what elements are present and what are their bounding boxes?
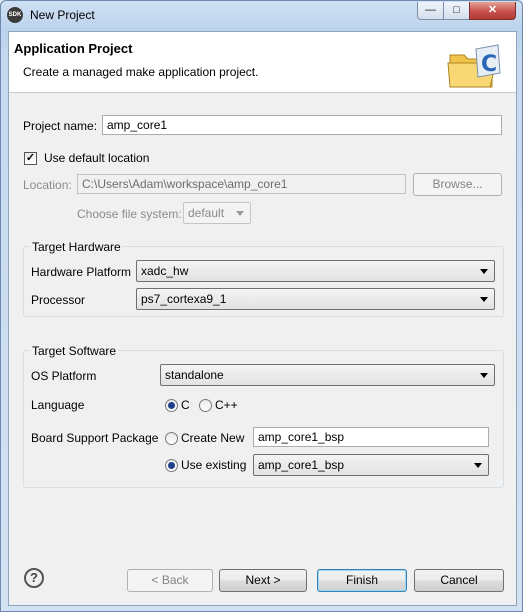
language-label: Language: [31, 398, 85, 412]
use-default-location-label[interactable]: Use default location: [44, 151, 149, 165]
file-system-label: Choose file system:: [77, 207, 182, 221]
create-new-bsp-label[interactable]: Create New: [181, 431, 244, 445]
chevron-down-icon: [474, 463, 482, 468]
window-title: New Project: [30, 8, 95, 22]
create-new-bsp-input[interactable]: amp_core1_bsp: [253, 427, 489, 447]
sdk-icon: SDK: [7, 7, 23, 23]
close-icon: ✕: [487, 4, 498, 16]
language-c-radio[interactable]: [165, 399, 178, 412]
create-new-bsp-radio[interactable]: [165, 432, 178, 445]
chevron-down-icon: [480, 269, 488, 274]
help-icon[interactable]: ?: [24, 568, 44, 588]
chevron-down-icon: [480, 297, 488, 302]
wizard-header: Application Project Create a managed mak…: [9, 32, 516, 93]
hardware-platform-label: Hardware Platform: [31, 265, 132, 279]
chevron-down-icon: [480, 373, 488, 378]
location-input[interactable]: C:\Users\Adam\workspace\amp_core1: [77, 174, 406, 194]
header-title: Application Project: [14, 41, 133, 56]
location-label: Location:: [23, 178, 72, 192]
new-project-window: SDK New Project — □ ✕ Application Projec…: [0, 0, 523, 612]
os-platform-value: standalone: [165, 368, 224, 382]
processor-select[interactable]: ps7_cortexa9_1: [136, 288, 495, 310]
processor-label: Processor: [31, 293, 86, 307]
finish-button[interactable]: Finish: [317, 569, 407, 592]
title-bar[interactable]: SDK New Project — □ ✕: [1, 1, 522, 31]
cancel-button[interactable]: Cancel: [414, 569, 504, 592]
language-cpp-label[interactable]: C++: [215, 398, 238, 412]
target-software-title: Target Software: [30, 344, 119, 358]
chevron-down-icon: [236, 211, 244, 216]
svg-text:C: C: [481, 52, 497, 77]
use-existing-bsp-label[interactable]: Use existing: [181, 458, 246, 472]
next-button[interactable]: Next >: [219, 569, 307, 592]
minimize-icon: —: [425, 4, 436, 16]
maximize-button[interactable]: □: [443, 2, 470, 20]
hardware-platform-select[interactable]: xadc_hw: [136, 260, 495, 282]
bsp-label: Board Support Package: [31, 431, 159, 445]
os-platform-label: OS Platform: [31, 369, 97, 383]
language-c-label[interactable]: C: [181, 398, 190, 412]
back-button[interactable]: < Back: [127, 569, 213, 592]
os-platform-select[interactable]: standalone: [160, 364, 495, 386]
maximize-icon: □: [453, 4, 460, 16]
target-hardware-title: Target Hardware: [30, 240, 123, 254]
header-subtitle: Create a managed make application projec…: [23, 65, 259, 79]
hardware-platform-value: xadc_hw: [141, 264, 189, 278]
browse-button[interactable]: Browse...: [413, 173, 502, 196]
minimize-button[interactable]: —: [417, 2, 444, 20]
use-default-location-checkbox[interactable]: ✓: [24, 152, 37, 165]
file-system-select[interactable]: default: [183, 202, 251, 224]
dialog-content: Application Project Create a managed mak…: [8, 31, 517, 606]
processor-value: ps7_cortexa9_1: [141, 292, 227, 306]
language-cpp-radio[interactable]: [199, 399, 212, 412]
use-existing-bsp-radio[interactable]: [165, 459, 178, 472]
file-system-value: default: [188, 206, 225, 220]
project-name-label: Project name:: [23, 119, 98, 133]
use-existing-bsp-select[interactable]: amp_core1_bsp: [253, 454, 489, 476]
folder-c-icon: C: [447, 44, 501, 88]
project-name-input[interactable]: amp_core1: [102, 115, 502, 135]
use-existing-bsp-value: amp_core1_bsp: [258, 458, 345, 472]
close-button[interactable]: ✕: [469, 2, 516, 20]
